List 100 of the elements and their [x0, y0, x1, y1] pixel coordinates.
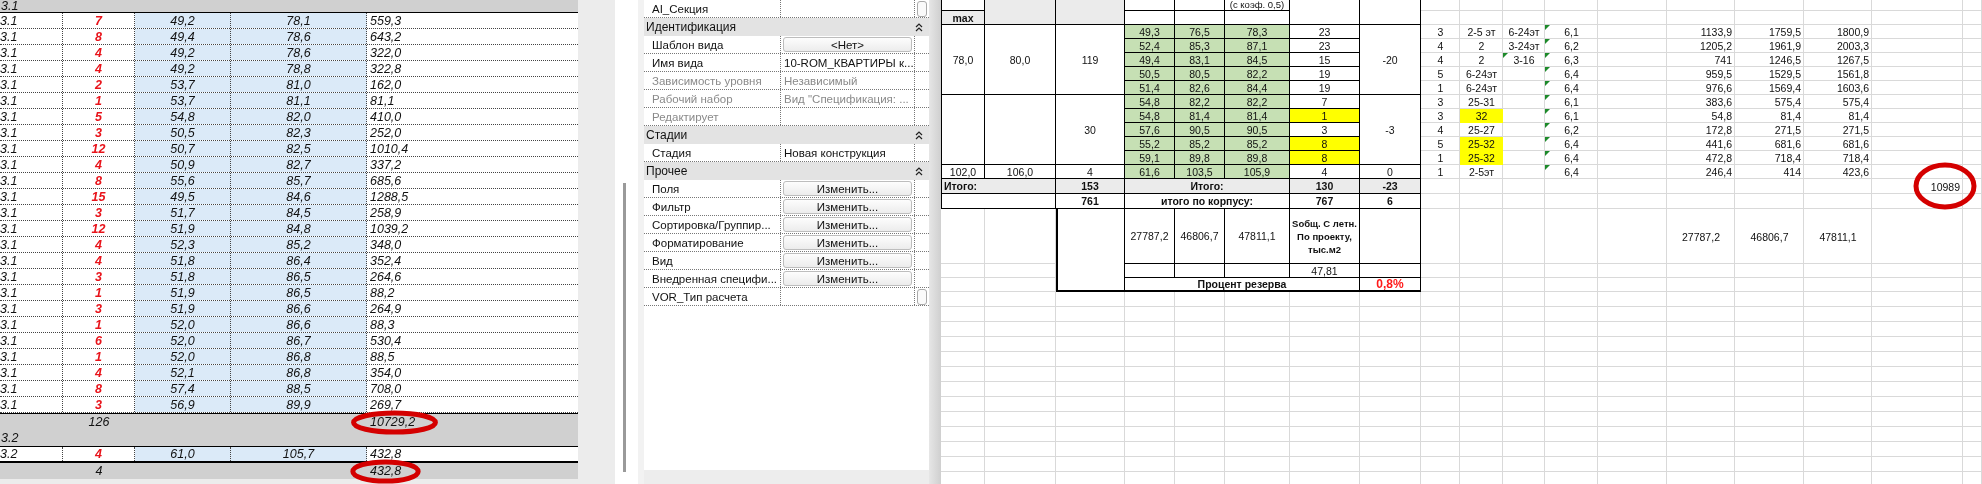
scrollbar-track[interactable]: [623, 183, 626, 472]
table-cell-text: 1288,5: [369, 189, 410, 204]
corner-flag-icon: [1545, 165, 1550, 170]
table-cell-text: 162,0: [369, 77, 403, 92]
table-cell: [1175, 11, 1225, 25]
table-cell: 82,2: [1225, 95, 1290, 109]
section-header[interactable]: Идентификация: [644, 18, 929, 36]
table-cell-text: 530,4: [369, 333, 403, 348]
table-cell-text: 252,0: [369, 125, 403, 140]
total-label: Итого:: [1125, 179, 1290, 194]
table-cell: 3.2: [0, 447, 63, 461]
table-cell-text: 27787,2: [1681, 229, 1721, 245]
table-cell: [985, 95, 1056, 165]
table-cell: 3.1: [0, 237, 63, 252]
table-cell: 3.1: [0, 13, 63, 28]
table-cell: 55,2: [1125, 137, 1175, 151]
toggle-box[interactable]: [917, 0, 927, 17]
collapse-icon[interactable]: [915, 22, 923, 32]
property-label: Стадия: [644, 144, 781, 161]
table-cell-text: 1205,2: [1698, 39, 1733, 53]
table-cell: [1175, 0, 1225, 11]
table-cell-text: 472,8: [1704, 151, 1733, 165]
table-cell: 3.1: [0, 93, 63, 108]
table-cell: 51,9: [135, 285, 231, 300]
edit-button[interactable]: Изменить...: [783, 235, 912, 250]
table-cell-text: 1267,5: [1835, 53, 1870, 67]
table-cell: 30: [1056, 95, 1125, 165]
table-cell-text: 348,0: [369, 237, 403, 252]
table-cell: -3: [1360, 95, 1421, 165]
table-cell-text: 1561,8: [1835, 67, 1870, 81]
table-cell-text: 1961,9: [1767, 39, 1802, 53]
table-cell-text: 5: [1436, 67, 1445, 81]
group-label: 3.1: [1, 0, 19, 13]
edit-button[interactable]: Изменить...: [783, 199, 912, 214]
collapse-icon[interactable]: [915, 130, 923, 140]
table-cell: 86,6: [231, 301, 367, 316]
table-cell: 78,3: [1225, 25, 1290, 39]
table-cell-text: 271,5: [1773, 123, 1802, 137]
edit-button[interactable]: Изменить...: [783, 271, 912, 286]
table-cell: 6,4: [1545, 137, 1598, 151]
table-cell: 81,1: [231, 93, 367, 108]
section-header[interactable]: Прочее: [644, 162, 929, 180]
table-cell: 49,3: [1125, 25, 1175, 39]
table-cell: 78,0: [941, 25, 985, 95]
table-cell: 6: [1360, 194, 1421, 209]
table-cell: 19: [1290, 81, 1360, 95]
property-value[interactable]: Новая конструкция: [783, 146, 886, 159]
edit-button[interactable]: <Нет>: [783, 37, 912, 52]
table-cell: 85,3: [1175, 39, 1225, 53]
table-cell-text: 25-31: [1467, 95, 1496, 109]
table-cell: [1290, 0, 1360, 25]
section-title: Прочее: [646, 164, 688, 178]
table-cell-text: 258,9: [369, 205, 403, 220]
table-cell-text: 441,6: [1704, 137, 1733, 151]
table-cell: 90,5: [1175, 123, 1225, 137]
table-cell-text: 81,1: [369, 93, 396, 108]
group-label: 3.2: [1, 431, 19, 445]
section-header[interactable]: Стадии: [644, 126, 929, 144]
total-label: Итого:: [941, 179, 1056, 194]
edit-button[interactable]: Изменить...: [783, 181, 912, 196]
corner-flag-icon: [1545, 151, 1550, 156]
table-cell: 78,1: [231, 13, 367, 28]
property-value[interactable]: 10-ROM_КВАРТИРЫ к...: [783, 56, 914, 69]
table-cell: 3.1: [0, 365, 63, 380]
table-cell: [1360, 264, 1421, 278]
table-cell: 761: [1056, 194, 1125, 209]
table-cell: 49,2: [135, 61, 231, 76]
edit-button[interactable]: Изменить...: [783, 217, 912, 232]
table-cell-text: 1: [1436, 151, 1445, 165]
table-cell-text: 5: [1436, 137, 1445, 151]
table-cell-text: 6-24эт: [1507, 25, 1541, 39]
table-cell: 90,5: [1225, 123, 1290, 137]
toggle-box[interactable]: [917, 288, 927, 305]
table-cell: 55,6: [135, 173, 231, 188]
table-cell: 52,4: [1125, 39, 1175, 53]
table-cell-text: 976,6: [1704, 81, 1733, 95]
property-label: Внедренная специфи...: [644, 270, 781, 287]
table-cell: 53,7: [135, 93, 231, 108]
table-cell-text: 575,4: [1841, 95, 1870, 109]
table-cell: -23: [1360, 179, 1421, 194]
table-cell: 3.1: [0, 45, 63, 60]
table-cell: 82,0: [231, 109, 367, 124]
table-cell-text: 708,0: [369, 381, 403, 396]
table-cell-text: 172,8: [1704, 123, 1733, 137]
collapse-icon[interactable]: [915, 166, 923, 176]
table-cell: [1225, 264, 1290, 278]
table-cell-text: 559,3: [369, 13, 403, 28]
edit-button[interactable]: Изменить...: [783, 253, 912, 268]
table-cell-text: 959,5: [1704, 67, 1733, 81]
table-cell: 51,9: [135, 301, 231, 316]
table-cell: 6,4: [1545, 67, 1598, 81]
table-cell: 6,2: [1545, 39, 1598, 53]
table-cell: [1056, 0, 1125, 25]
table-cell: 119: [1056, 25, 1125, 95]
table-cell-text: 88,5: [369, 349, 396, 364]
table-cell: 3.1: [0, 253, 63, 268]
table-cell: 10989: [1872, 179, 1963, 194]
table-cell: 105,7: [231, 447, 367, 461]
table-cell: 0,8%: [1360, 278, 1421, 292]
table-cell: 86,5: [231, 269, 367, 284]
